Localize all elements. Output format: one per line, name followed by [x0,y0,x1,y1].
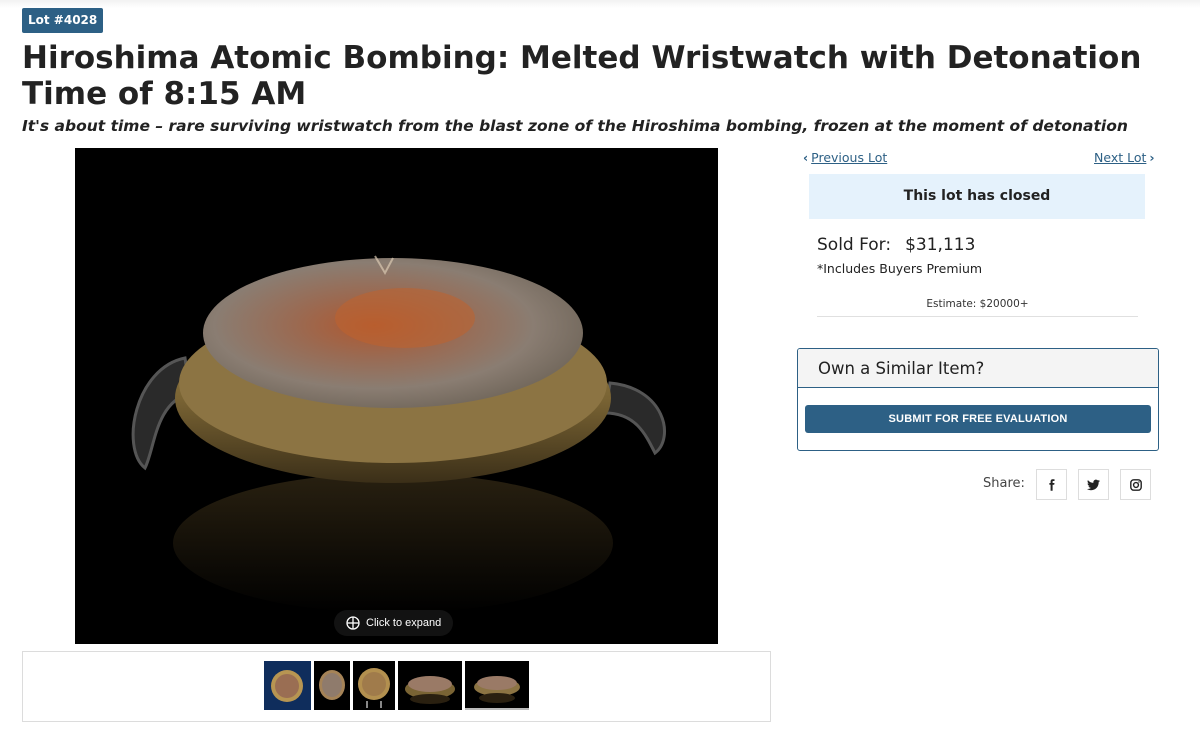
melted-watch-photo [75,148,718,644]
estimate-text: Estimate: $20000+ [817,298,1138,317]
lot-closed-notice: This lot has closed [809,174,1145,219]
next-lot-link[interactable]: Next Lot › [1094,150,1158,165]
thumbnail-3[interactable] [353,661,395,710]
thumbnail-1[interactable] [264,661,311,710]
instagram-icon [1129,478,1142,491]
expand-icon [346,616,360,630]
top-shadow [0,0,1200,8]
chevron-right-icon: › [1149,150,1155,165]
share-twitter-button[interactable] [1078,469,1109,500]
page-subtitle: It's about time – rare surviving wristwa… [22,117,1128,135]
next-lot-label: Next Lot [1094,150,1147,165]
main-lot-image[interactable]: Click to expand [75,148,718,644]
previous-lot-label: Previous Lot [811,150,888,165]
submit-evaluation-button[interactable]: SUBMIT FOR FREE EVALUATION [805,405,1151,433]
lot-number-badge: Lot #4028 [22,8,104,33]
watch-thumb-image [264,661,311,710]
chevron-left-icon: ‹ [803,150,809,165]
thumbnail-strip [22,651,771,722]
expand-label: Click to expand [366,617,442,629]
facebook-icon [1048,478,1054,491]
similar-item-panel: Own a Similar Item? SUBMIT FOR FREE EVAL… [797,348,1159,451]
sold-amount: $31,113 [905,235,976,255]
thumbnail-5[interactable] [465,661,529,710]
thumbnail-4[interactable] [398,661,462,710]
watch-thumb-image [353,661,395,710]
thumbnail-2[interactable] [314,661,350,710]
share-label: Share: [983,476,1025,491]
sold-for-label: Sold For: [817,235,892,255]
share-instagram-button[interactable] [1120,469,1151,500]
watch-thumb-image [314,661,350,710]
click-to-expand-button[interactable]: Click to expand [334,610,454,636]
twitter-icon [1087,479,1100,490]
sold-for-line: Sold For: $31,113 [817,235,975,255]
similar-item-heading: Own a Similar Item? [798,349,1158,388]
page-title: Hiroshima Atomic Bombing: Melted Wristwa… [22,40,1142,112]
share-facebook-button[interactable] [1036,469,1067,500]
watch-thumb-image [465,661,529,708]
previous-lot-link[interactable]: ‹ Previous Lot [800,150,887,165]
watch-thumb-image [398,661,462,710]
buyers-premium-note: *Includes Buyers Premium [817,261,983,276]
